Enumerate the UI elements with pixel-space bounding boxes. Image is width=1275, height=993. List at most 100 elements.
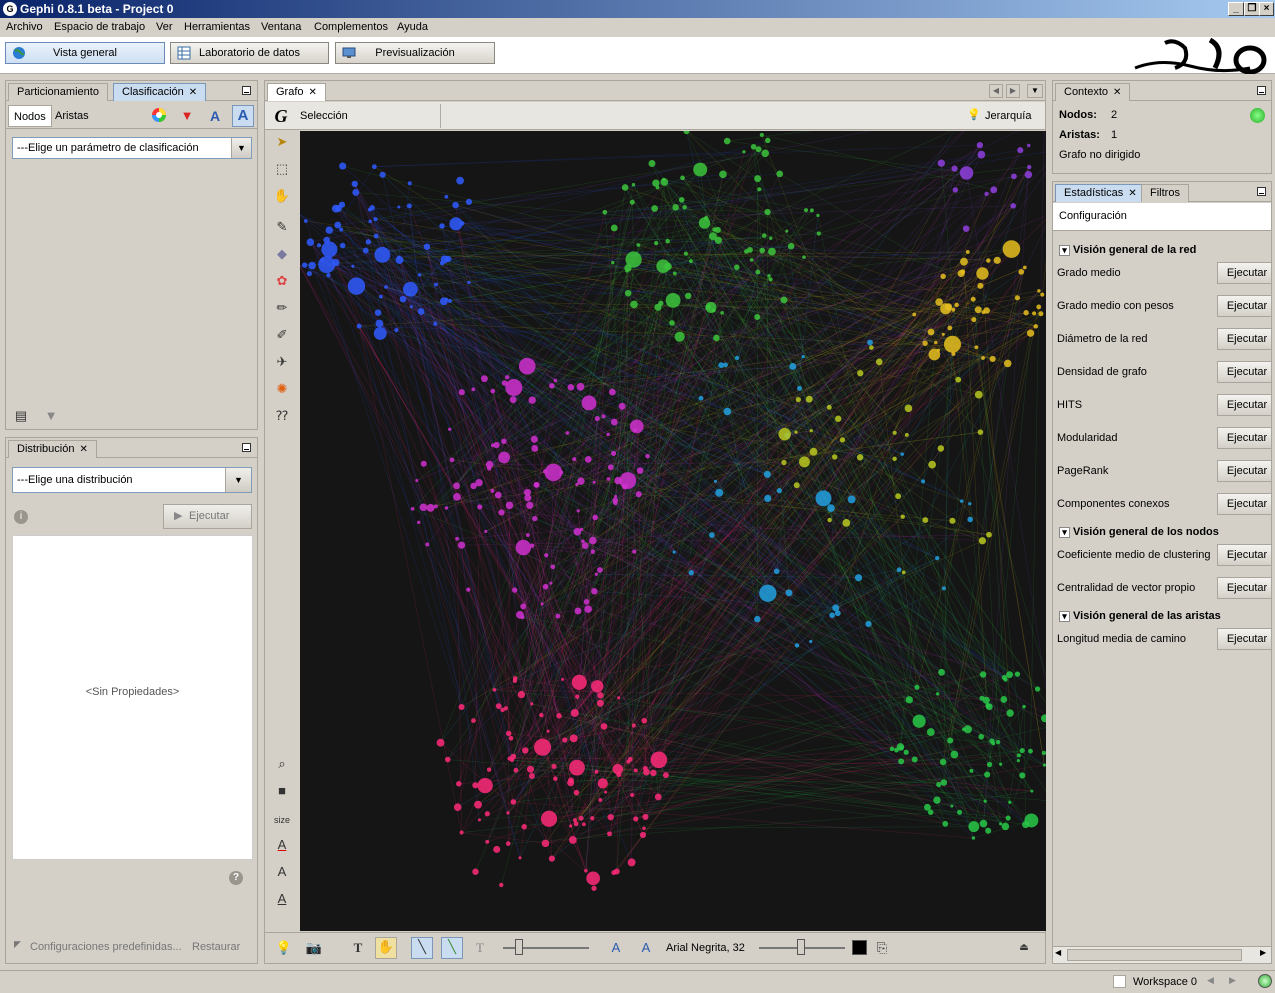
graph-node[interactable] bbox=[581, 542, 589, 549]
graph-node[interactable] bbox=[439, 223, 445, 229]
graph-node[interactable] bbox=[912, 312, 917, 317]
distribution-select[interactable]: ---Elige una distribución ▼ bbox=[12, 467, 252, 493]
graph-node[interactable] bbox=[458, 704, 465, 711]
graph-node[interactable] bbox=[867, 339, 873, 346]
graph-node[interactable] bbox=[718, 362, 725, 369]
graph-node[interactable] bbox=[471, 718, 476, 723]
graph-node[interactable] bbox=[306, 238, 315, 246]
minimize-panel-button[interactable] bbox=[242, 443, 251, 452]
graph-node[interactable] bbox=[795, 396, 801, 403]
graph-node[interactable] bbox=[351, 180, 358, 188]
graph-node[interactable] bbox=[394, 328, 399, 333]
graph-node[interactable] bbox=[1022, 265, 1027, 270]
menu-ver[interactable]: Ver bbox=[156, 21, 173, 33]
graph-node[interactable] bbox=[481, 375, 488, 383]
graph-node[interactable] bbox=[922, 340, 928, 346]
graph-node[interactable] bbox=[757, 187, 762, 192]
graph-node[interactable] bbox=[532, 515, 538, 522]
graph-node[interactable] bbox=[903, 749, 909, 755]
graph-node[interactable] bbox=[923, 803, 931, 811]
graph-node[interactable] bbox=[662, 177, 666, 182]
graph-node[interactable] bbox=[326, 273, 331, 278]
graph-node[interactable] bbox=[458, 389, 465, 396]
graph-node[interactable] bbox=[597, 692, 604, 699]
run-density-button[interactable]: Ejecutar bbox=[1217, 361, 1271, 383]
graph-node[interactable] bbox=[683, 251, 688, 256]
graph-node[interactable] bbox=[1037, 289, 1041, 293]
graph-node[interactable] bbox=[789, 362, 797, 370]
graph-node[interactable] bbox=[576, 509, 580, 513]
graph-node[interactable] bbox=[1030, 789, 1034, 793]
heat-map-icon[interactable]: ✺ bbox=[273, 380, 291, 398]
graph-node[interactable] bbox=[761, 233, 767, 238]
graph-node[interactable] bbox=[1041, 750, 1046, 756]
graph-node[interactable] bbox=[334, 221, 342, 229]
graph-node[interactable] bbox=[591, 588, 598, 595]
subtab-edges[interactable]: Aristas bbox=[50, 105, 94, 127]
graph-node[interactable] bbox=[892, 456, 897, 462]
graph-node[interactable] bbox=[379, 171, 386, 178]
graph-node[interactable] bbox=[999, 762, 1003, 766]
graph-node[interactable] bbox=[995, 739, 1001, 745]
graph-node[interactable] bbox=[494, 491, 502, 499]
run-eigenvector-button[interactable]: Ejecutar bbox=[1217, 577, 1271, 599]
graph-node[interactable] bbox=[809, 429, 813, 433]
graph-node[interactable] bbox=[631, 183, 636, 187]
graph-node[interactable] bbox=[521, 823, 527, 830]
graph-node[interactable] bbox=[397, 255, 401, 259]
graph-node[interactable] bbox=[629, 419, 644, 434]
graph-node[interactable] bbox=[754, 615, 761, 623]
graph-node[interactable] bbox=[1027, 164, 1032, 170]
graph-node[interactable] bbox=[338, 201, 346, 208]
menu-ayuda[interactable]: Ayuda bbox=[397, 21, 428, 33]
graph-node[interactable] bbox=[978, 733, 985, 740]
graph-node[interactable] bbox=[594, 415, 600, 422]
graph-node[interactable] bbox=[703, 215, 709, 221]
graph-node[interactable] bbox=[1014, 295, 1020, 301]
graph-node[interactable] bbox=[761, 149, 770, 158]
help-icon[interactable]: ? bbox=[229, 871, 243, 885]
graph-node[interactable] bbox=[939, 758, 947, 766]
graph-node[interactable] bbox=[999, 822, 1003, 826]
graph-node[interactable] bbox=[606, 477, 611, 481]
graph-node[interactable] bbox=[654, 303, 662, 311]
graph-node[interactable] bbox=[928, 460, 937, 469]
graph-node[interactable] bbox=[1042, 763, 1046, 767]
graph-node[interactable] bbox=[477, 818, 481, 822]
graph-node[interactable] bbox=[471, 387, 476, 392]
graph-node[interactable] bbox=[636, 243, 641, 247]
graph-node[interactable] bbox=[452, 201, 459, 209]
graph-node[interactable] bbox=[764, 137, 771, 144]
graph-node[interactable] bbox=[768, 277, 773, 282]
graph-node[interactable] bbox=[523, 488, 532, 496]
font-name[interactable]: Arial Negrita, 32 bbox=[666, 942, 745, 954]
graph-node[interactable] bbox=[339, 162, 347, 170]
graph-node[interactable] bbox=[979, 819, 988, 828]
graph-node[interactable] bbox=[627, 756, 633, 762]
menu-ventana[interactable]: Ventana bbox=[261, 21, 301, 33]
graph-node[interactable] bbox=[591, 680, 604, 693]
graph-node[interactable] bbox=[714, 226, 721, 234]
graph-node[interactable] bbox=[384, 285, 388, 289]
graph-node[interactable] bbox=[816, 231, 821, 236]
graph-node[interactable] bbox=[373, 216, 378, 222]
graph-node[interactable] bbox=[1003, 359, 1012, 368]
update-icon[interactable] bbox=[1258, 974, 1272, 988]
graph-node[interactable] bbox=[440, 255, 449, 264]
graph-node[interactable] bbox=[572, 457, 577, 462]
graph-node[interactable] bbox=[417, 273, 422, 277]
graph-node[interactable] bbox=[933, 796, 941, 804]
graph-node[interactable] bbox=[962, 225, 970, 232]
graph-node[interactable] bbox=[922, 517, 929, 524]
graph-node[interactable] bbox=[453, 482, 460, 490]
font-decrease-icon[interactable]: A bbox=[607, 939, 625, 957]
graph-node[interactable] bbox=[978, 537, 987, 545]
graph-node[interactable] bbox=[1019, 772, 1026, 779]
graph-node[interactable] bbox=[1011, 173, 1017, 180]
graph-node[interactable] bbox=[642, 826, 646, 831]
graph-node[interactable] bbox=[951, 165, 958, 172]
graph-node[interactable] bbox=[854, 574, 863, 582]
graph-node[interactable] bbox=[456, 781, 462, 787]
graph-node[interactable] bbox=[900, 514, 905, 519]
graph-node[interactable] bbox=[417, 520, 421, 525]
